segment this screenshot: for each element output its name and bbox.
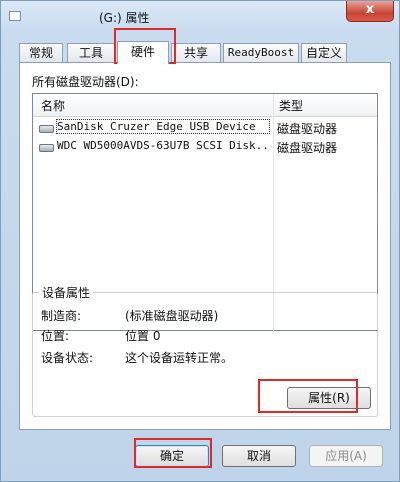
status-label: 设备状态: [41,351,94,365]
tab-readyboost[interactable]: ReadyBoost [223,43,299,62]
device-properties-group: 设备属性 制造商: (标准磁盘驱动器) 位置: 位置 0 设备状态: 这个设备运… [32,284,378,417]
drive-type: 磁盘驱动器 [277,122,338,136]
tab-hardware[interactable]: 硬件 [117,41,169,64]
hardware-tab-page: 所有磁盘驱动器(D): 名称 类型 SanDisk Cruzer Edge US… [19,62,391,430]
location-label: 位置: [41,329,70,343]
drive-type: 磁盘驱动器 [277,141,338,155]
tab-customize[interactable]: 自定义 [301,43,347,62]
list-item[interactable]: SanDisk Cruzer Edge USB Device 磁盘驱动器 [35,119,375,137]
list-header: 名称 类型 [33,94,377,117]
drive-name: SanDisk Cruzer Edge USB Device [56,119,270,134]
group-title: 设备属性 [39,284,94,301]
properties-window: (G:) 属性 x 常规 工具 硬件 共享 ReadyBoost 自定义 所有磁… [0,0,400,482]
tab-tools[interactable]: 工具 [67,43,115,62]
tab-sharing[interactable]: 共享 [171,43,221,62]
window-icon [9,11,21,21]
tab-general[interactable]: 常规 [19,43,63,62]
column-header-type[interactable]: 类型 [279,97,303,114]
ok-button[interactable]: 确定 [135,445,209,467]
drives-label: 所有磁盘驱动器(D): [32,75,139,89]
manufacturer-label: 制造商: [41,309,82,323]
column-header-name[interactable]: 名称 [41,97,65,114]
list-item[interactable]: WDC WD5000AVDS-63U7B SCSI Disk... 磁盘驱动器 [35,138,375,156]
device-properties-button[interactable]: 属性(R) [287,387,371,409]
apply-button: 应用(A) [309,445,383,467]
window-title: (G:) 属性 [99,11,150,25]
drive-name: WDC WD5000AVDS-63U7B SCSI Disk... [57,139,269,152]
close-icon: x [365,2,375,17]
cancel-button[interactable]: 取消 [222,445,296,467]
status-value: 这个设备运转正常。 [125,351,234,365]
drive-icon [39,125,54,133]
manufacturer-value: (标准磁盘驱动器) [125,309,219,323]
location-value: 位置 0 [125,329,161,343]
close-button[interactable]: x [346,1,394,22]
title-bar[interactable]: (G:) 属性 x [1,1,400,35]
tab-strip: 常规 工具 硬件 共享 ReadyBoost 自定义 [19,41,389,64]
drive-icon [39,144,54,152]
